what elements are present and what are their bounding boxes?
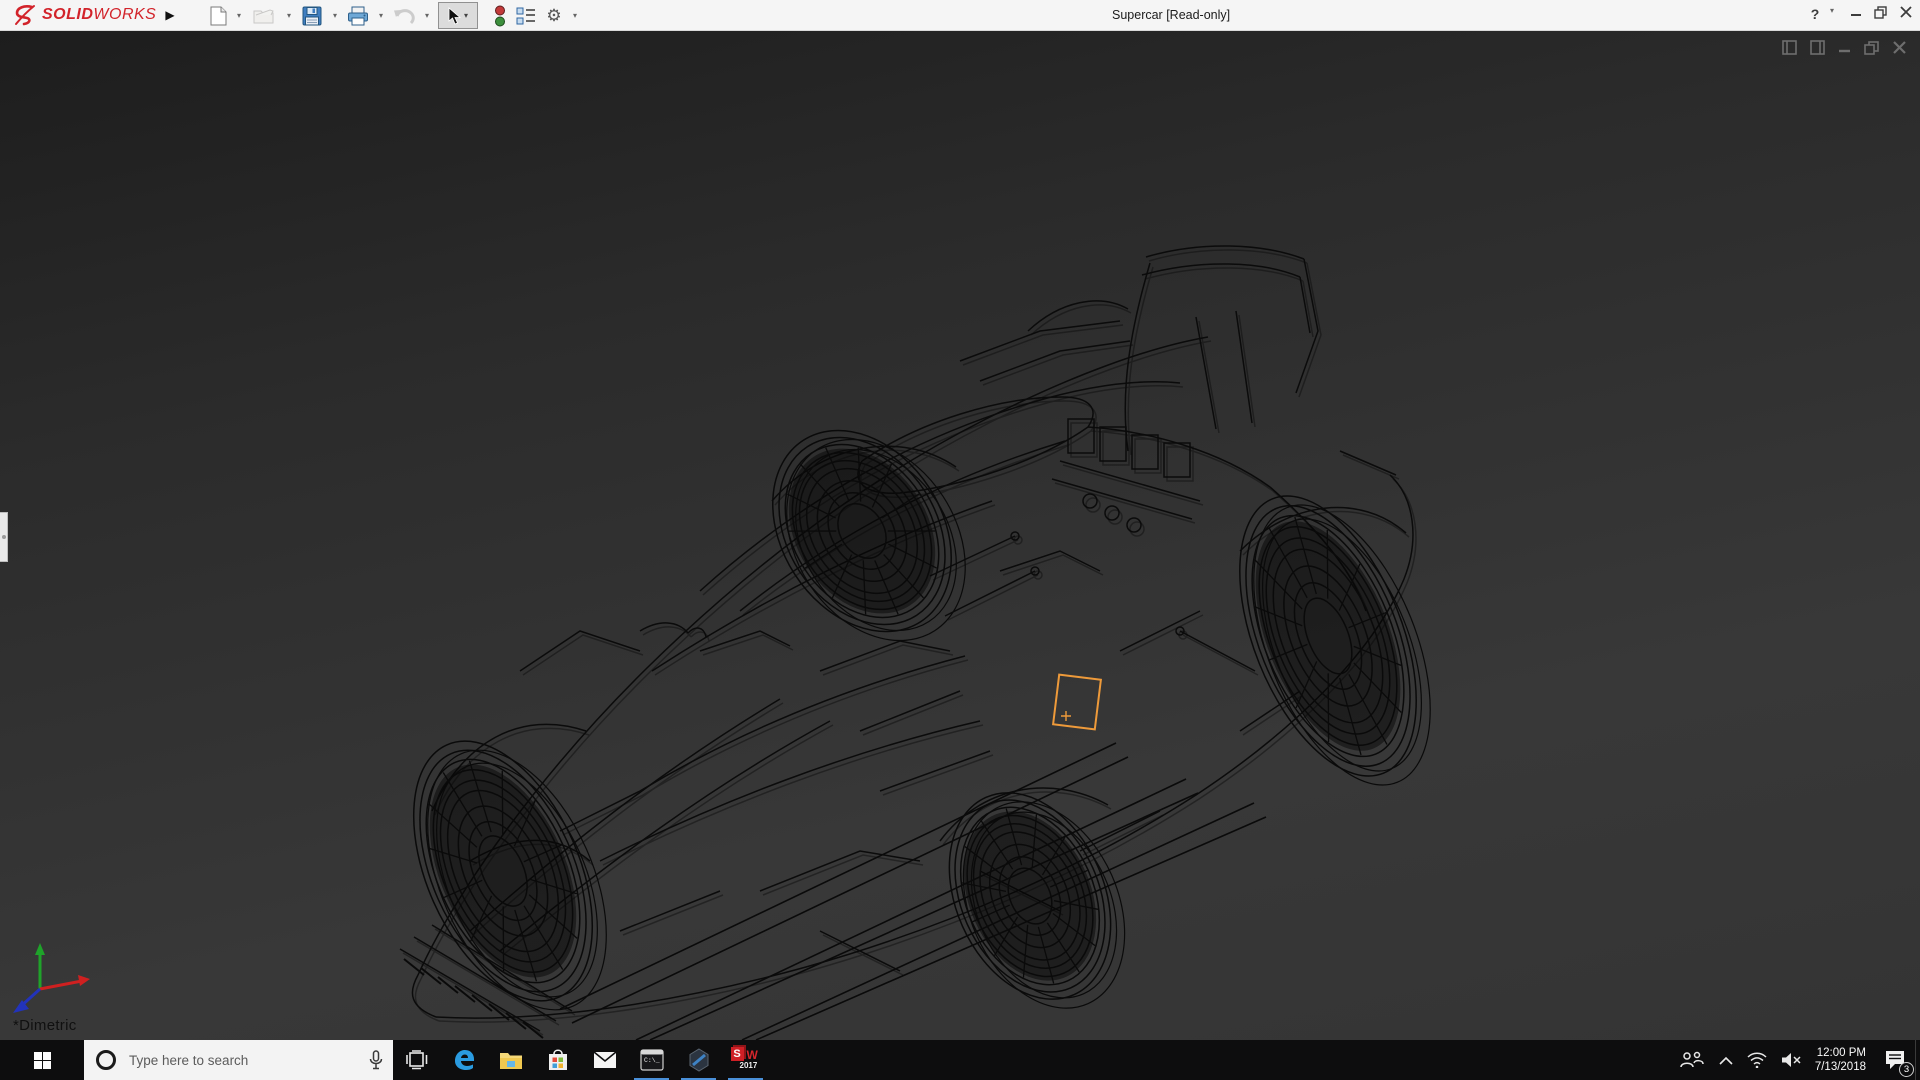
hexagon-app-icon — [687, 1048, 711, 1072]
hidden-icons-button[interactable] — [1719, 1056, 1733, 1065]
minimize-icon — [1850, 6, 1862, 18]
edge-icon — [452, 1048, 476, 1072]
system-tray: 12:00 PM 7/13/2018 3 — [1679, 1040, 1910, 1080]
brand-works: WORKS — [93, 6, 156, 23]
save-button[interactable] — [300, 4, 324, 28]
sw-year: 2017 — [740, 1061, 758, 1070]
save-floppy-icon — [302, 6, 322, 26]
document-window-controls — [1782, 40, 1906, 55]
wifi-icon — [1747, 1052, 1767, 1068]
ds-logo-icon — [12, 4, 38, 26]
clock-time: 12:00 PM — [1815, 1046, 1866, 1060]
new-document-icon — [210, 6, 227, 26]
selection-marquee — [1053, 675, 1101, 730]
save-dropdown-caret[interactable]: ▾ — [330, 11, 340, 21]
volume-button[interactable] — [1781, 1052, 1801, 1068]
new-dropdown-caret[interactable]: ▾ — [234, 11, 244, 21]
command-prompt-button[interactable]: C:\_ — [628, 1040, 675, 1080]
close-button[interactable] — [1896, 6, 1916, 18]
help-label: ? — [1811, 6, 1820, 22]
chevron-up-icon — [1719, 1056, 1733, 1065]
wireframe-car-model — [0, 31, 1920, 1040]
windows-taskbar: C:\_ S W 2017 — [0, 1040, 1920, 1080]
cortana-icon — [96, 1050, 116, 1070]
options-gear-button[interactable]: ⚙ — [542, 4, 566, 28]
windows-logo-icon — [34, 1052, 51, 1069]
help-dropdown-caret[interactable]: ▾ — [1826, 6, 1838, 15]
show-desktop-button[interactable] — [1915, 1040, 1920, 1080]
start-button[interactable] — [0, 1040, 84, 1080]
title-bar: SOLIDWORKS ▶ ▾ ▾ — [0, 0, 1920, 31]
gear-icon: ⚙ — [546, 6, 561, 26]
task-view-button[interactable] — [393, 1040, 440, 1080]
brand-solid: SOLID — [42, 6, 93, 23]
select-dropdown-caret[interactable]: ▾ — [464, 11, 468, 20]
orientation-triad — [13, 943, 90, 1013]
task-view-icon — [406, 1050, 428, 1070]
mail-icon — [593, 1051, 617, 1069]
open-folder-icon — [253, 7, 275, 25]
stoplight-icon — [494, 5, 506, 27]
clock-date: 7/13/2018 — [1815, 1060, 1866, 1074]
undo-dropdown-caret[interactable]: ▾ — [422, 11, 432, 21]
people-button[interactable] — [1679, 1051, 1705, 1069]
solidworks-window: SOLIDWORKS ▶ ▾ ▾ — [0, 0, 1920, 1080]
close-icon — [1900, 6, 1912, 18]
people-icon — [1679, 1051, 1705, 1069]
store-button[interactable] — [534, 1040, 581, 1080]
help-button[interactable]: ? — [1806, 6, 1824, 22]
taskbar-search[interactable] — [84, 1040, 393, 1080]
restore-icon — [1874, 6, 1888, 19]
solidworks-logo: SOLIDWORKS — [12, 4, 156, 26]
notification-count-badge: 3 — [1899, 1062, 1914, 1077]
taskbar-clock[interactable]: 12:00 PM 7/13/2018 — [1815, 1046, 1866, 1074]
document-restore-icon[interactable] — [1864, 41, 1880, 55]
solidworks-app-button[interactable]: S W 2017 — [722, 1040, 769, 1080]
command-prompt-icon: C:\_ — [640, 1049, 664, 1071]
sw-letter-s: S — [731, 1047, 744, 1061]
brand-wordmark: SOLIDWORKS — [42, 6, 156, 24]
hexagon-app-button[interactable] — [675, 1040, 722, 1080]
solidworks-app-icon: S W 2017 — [731, 1047, 761, 1073]
mail-button[interactable] — [581, 1040, 628, 1080]
print-dropdown-caret[interactable]: ▾ — [376, 11, 386, 21]
store-icon — [547, 1048, 569, 1072]
microphone-icon[interactable] — [369, 1050, 383, 1070]
undo-arrow-icon — [393, 7, 415, 25]
minimize-button[interactable] — [1846, 6, 1866, 18]
search-input[interactable] — [116, 1053, 369, 1068]
file-explorer-button[interactable] — [487, 1040, 534, 1080]
file-properties-icon — [516, 7, 536, 25]
featuremanager-collapsed-tab[interactable] — [0, 512, 8, 562]
speaker-muted-icon — [1781, 1052, 1801, 1068]
view-orientation-label: *Dimetric — [13, 1017, 77, 1034]
action-center-button[interactable]: 3 — [1880, 1045, 1910, 1075]
restore-button[interactable] — [1871, 6, 1891, 19]
file-properties-button[interactable] — [514, 4, 538, 28]
document-minimize-icon[interactable] — [1838, 41, 1851, 54]
print-button[interactable] — [346, 4, 370, 28]
file-explorer-icon — [499, 1050, 523, 1070]
select-tool-button[interactable]: ▾ — [438, 2, 478, 29]
menu-flyout-arrow[interactable]: ▶ — [163, 5, 177, 25]
graphics-viewport[interactable]: *Dimetric — [0, 31, 1920, 1040]
window-title: Supercar [Read-only] — [1112, 8, 1230, 22]
network-button[interactable] — [1747, 1052, 1767, 1068]
open-dropdown-caret[interactable]: ▾ — [284, 11, 294, 21]
open-button[interactable] — [252, 4, 276, 28]
panel-right-icon[interactable] — [1810, 40, 1825, 55]
undo-button[interactable] — [392, 4, 416, 28]
taskbar-app-icons: C:\_ S W 2017 — [393, 1040, 769, 1080]
cmd-prompt-text: C:\_ — [644, 1057, 660, 1064]
tab-handle-dot — [2, 535, 6, 539]
panel-left-icon[interactable] — [1782, 40, 1797, 55]
stoplight-button[interactable] — [488, 4, 512, 28]
options-dropdown-caret[interactable]: ▾ — [570, 11, 580, 21]
print-icon — [347, 6, 369, 26]
document-close-icon[interactable] — [1893, 41, 1906, 54]
new-document-button[interactable] — [206, 4, 230, 28]
sw-letter-w: W — [747, 1048, 758, 1062]
select-cursor-icon — [448, 7, 461, 25]
edge-button[interactable] — [440, 1040, 487, 1080]
